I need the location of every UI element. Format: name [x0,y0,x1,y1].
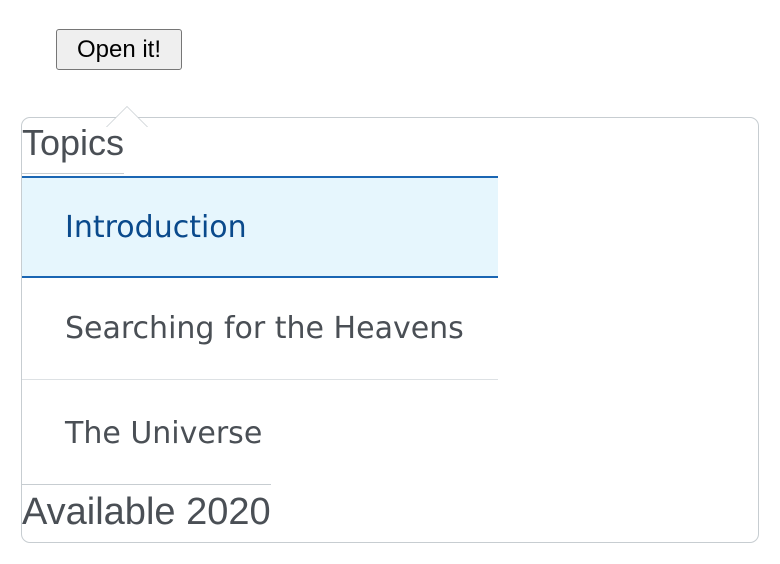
menu-item-the-universe[interactable]: The Universe [22,380,498,486]
topics-menu: Introduction Searching for the Heavens T… [22,176,498,486]
topics-popover: Topics Introduction Searching for the He… [21,106,759,543]
menu-item-introduction[interactable]: Introduction [22,176,498,278]
open-it-button[interactable]: Open it! [56,29,182,70]
menu-item-searching-for-the-heavens[interactable]: Searching for the Heavens [22,278,498,380]
menu-item-label: Searching for the Heavens [65,311,464,346]
section-heading-topics: Topics [22,125,125,174]
menu-item-label: The Universe [65,415,263,451]
section-heading-available: Available 2020 [22,484,271,531]
menu-item-label: Introduction [65,209,247,245]
